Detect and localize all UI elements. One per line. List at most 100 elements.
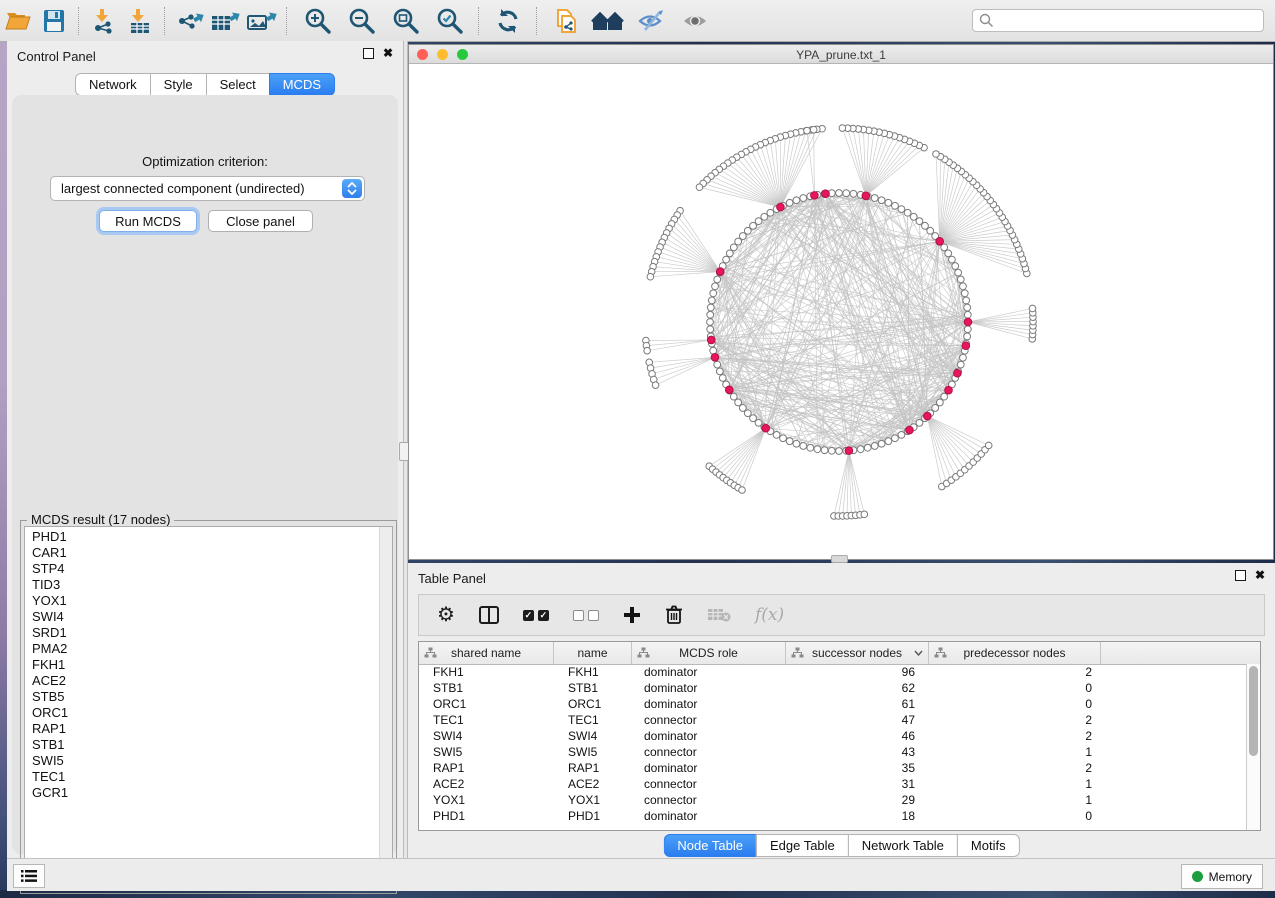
close-table-panel-icon[interactable]: ✖ [1255, 570, 1265, 581]
mcds-result-item[interactable]: TEC1 [25, 769, 379, 785]
delete-table-icon[interactable] [707, 607, 731, 623]
search-input[interactable] [972, 9, 1264, 32]
close-panel-icon[interactable]: ✖ [383, 48, 393, 59]
cell-shared_name: FKH1 [419, 664, 554, 680]
tab-edge-table[interactable]: Edge Table [756, 834, 849, 857]
cell-filler [1101, 728, 1247, 744]
import-table-icon[interactable] [122, 6, 158, 36]
save-session-icon[interactable] [36, 6, 72, 36]
zoom-out-icon[interactable] [344, 6, 380, 36]
add-column-icon[interactable] [623, 606, 641, 624]
memory-button[interactable]: Memory [1181, 864, 1263, 889]
table-scrollbar[interactable] [1246, 664, 1260, 830]
duplicate-network-icon[interactable] [548, 6, 584, 36]
column-header-MCDS-role[interactable]: MCDS role [632, 642, 786, 664]
mcds-result-item[interactable]: SWI4 [25, 609, 379, 625]
network-canvas[interactable] [409, 64, 1273, 559]
table-scrollbar-thumb[interactable] [1249, 666, 1258, 756]
mcds-result-item[interactable]: FKH1 [25, 657, 379, 673]
hide-selected-icon[interactable] [634, 6, 670, 36]
mcds-result-item[interactable]: ACE2 [25, 673, 379, 689]
first-neighbors-icon[interactable] [590, 6, 626, 36]
zoom-in-icon[interactable] [300, 6, 336, 36]
open-file-icon[interactable] [0, 6, 36, 36]
network-view-window: YPA_prune.txt_1 [408, 44, 1274, 560]
table-row[interactable]: YOX1YOX1connector291 [419, 792, 1247, 808]
tab-network-table[interactable]: Network Table [848, 834, 958, 857]
delete-column-icon[interactable] [665, 605, 683, 625]
select-all-rows-icon[interactable]: ✓✓ [523, 610, 549, 621]
zoom-selected-icon[interactable] [432, 6, 468, 36]
network-window-titlebar[interactable]: YPA_prune.txt_1 [409, 45, 1273, 64]
cell-mcds_role: dominator [632, 696, 786, 712]
tab-style[interactable]: Style [150, 73, 207, 96]
mcds-result-item[interactable]: STB5 [25, 689, 379, 705]
tab-mcds[interactable]: MCDS [269, 73, 335, 96]
tab-node-table[interactable]: Node Table [663, 834, 757, 857]
run-mcds-button[interactable]: Run MCDS [99, 210, 197, 232]
function-builder-icon[interactable]: f(x) [755, 605, 784, 625]
mcds-result-item[interactable]: SRD1 [25, 625, 379, 641]
tab-motifs[interactable]: Motifs [957, 834, 1020, 857]
split-columns-icon[interactable] [479, 606, 499, 624]
mcds-result-item[interactable]: YOX1 [25, 593, 379, 609]
table-row[interactable]: SWI4SWI4dominator462 [419, 728, 1247, 744]
panel-menu-button[interactable] [13, 864, 45, 888]
table-row[interactable]: STB1STB1dominator620 [419, 680, 1247, 696]
cell-shared_name: TEC1 [419, 712, 554, 728]
export-network-icon[interactable] [172, 6, 208, 36]
mcds-result-item[interactable]: CAR1 [25, 545, 379, 561]
export-image-icon[interactable] [244, 6, 280, 36]
cell-filler [1101, 776, 1247, 792]
mcds-result-item[interactable]: GCR1 [25, 785, 379, 801]
cell-name: STB1 [554, 680, 632, 696]
mcds-result-item[interactable]: SWI5 [25, 753, 379, 769]
mcds-result-item[interactable]: RAP1 [25, 721, 379, 737]
mcds-result-item[interactable]: PHD1 [25, 529, 379, 545]
import-network-icon[interactable] [86, 6, 122, 36]
tab-network[interactable]: Network [75, 73, 151, 96]
mcds-result-item[interactable]: ORC1 [25, 705, 379, 721]
cell-predecessor_nodes: 0 [929, 808, 1101, 824]
mcds-result-item[interactable]: PMA2 [25, 641, 379, 657]
table-row[interactable]: FKH1FKH1dominator962 [419, 664, 1247, 680]
table-panel: Table Panel ✖ ⚙ ✓✓ f(x) shared namenameM… [408, 563, 1275, 858]
tab-select[interactable]: Select [206, 73, 270, 96]
column-header-shared-name[interactable]: shared name [419, 642, 554, 664]
table-row[interactable]: TEC1TEC1connector472 [419, 712, 1247, 728]
cell-successor_nodes: 61 [786, 696, 929, 712]
cell-filler [1101, 744, 1247, 760]
float-panel-icon[interactable] [363, 48, 374, 59]
float-table-panel-icon[interactable] [1235, 570, 1246, 581]
mcds-result-item[interactable]: STP4 [25, 561, 379, 577]
table-row[interactable]: ACE2ACE2connector311 [419, 776, 1247, 792]
table-row[interactable]: RAP1RAP1dominator352 [419, 760, 1247, 776]
cell-mcds_role: connector [632, 744, 786, 760]
column-header-name[interactable]: name [554, 642, 632, 664]
export-table-icon[interactable] [208, 6, 244, 36]
mcds-result-item[interactable]: TID3 [25, 577, 379, 593]
memory-label: Memory [1209, 870, 1252, 884]
mcds-result-item[interactable]: STB1 [25, 737, 379, 753]
toolbar-separator [536, 7, 538, 35]
cell-predecessor_nodes: 2 [929, 664, 1101, 680]
table-row[interactable]: SWI5SWI5connector431 [419, 744, 1247, 760]
table-row[interactable]: PHD1PHD1dominator180 [419, 808, 1247, 824]
close-panel-button[interactable]: Close panel [208, 210, 313, 232]
zoom-fit-icon[interactable] [388, 6, 424, 36]
horizontal-splitter-handle[interactable] [831, 555, 848, 563]
optimization-criterion-select[interactable]: largest connected component (undirected) [50, 176, 365, 201]
show-all-icon[interactable] [678, 6, 714, 36]
column-header-successor-nodes[interactable]: successor nodes [786, 642, 929, 664]
cell-name: TEC1 [554, 712, 632, 728]
cell-predecessor_nodes: 0 [929, 696, 1101, 712]
column-header-predecessor-nodes[interactable]: predecessor nodes [929, 642, 1101, 664]
table-row[interactable]: ORC1ORC1dominator610 [419, 696, 1247, 712]
table-settings-icon[interactable]: ⚙ [437, 605, 455, 625]
table-body: FKH1FKH1dominator962STB1STB1dominator620… [419, 664, 1247, 830]
refresh-view-icon[interactable] [490, 6, 526, 36]
cell-successor_nodes: 96 [786, 664, 929, 680]
mcds-list-scrollbar[interactable] [379, 527, 392, 889]
deselect-all-rows-icon[interactable] [573, 610, 599, 621]
cell-shared_name: SWI4 [419, 728, 554, 744]
